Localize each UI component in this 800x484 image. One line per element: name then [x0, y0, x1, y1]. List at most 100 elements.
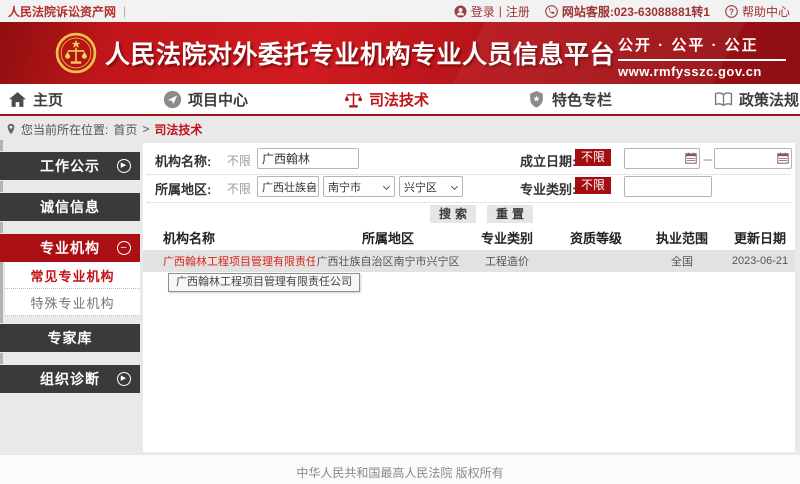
- sidebar-item-label: 工作公示: [40, 156, 100, 176]
- topbar-right: 登录 | 注册 网站客服:023-63088881转1 ? 帮助中心: [444, 3, 790, 20]
- row-category: 工程造价: [461, 253, 553, 269]
- city-select[interactable]: 南宁市: [323, 176, 395, 197]
- org-name-tooltip: 广西翰林工程项目管理有限责任公司: [168, 273, 360, 292]
- sidebar-item-integrity-info[interactable]: 诚信信息: [0, 193, 140, 221]
- help-group: ? 帮助中心: [725, 3, 790, 20]
- breadcrumb-home[interactable]: 首页: [113, 121, 137, 138]
- region-label: 所属地区:: [155, 179, 211, 198]
- sidebar-item-label: 组织诊断: [40, 369, 100, 389]
- sidebar-item-expert-library[interactable]: 专家库: [0, 324, 140, 352]
- table-row[interactable]: 广西翰林工程项目管理有限责任... 广西壮族自治区南宁市兴宁区 工程造价 全国 …: [143, 250, 795, 272]
- content-panel: 机构名称: 不限 成立日期: 不限 --- 所属地区: 不限 广西壮族自治: [143, 143, 795, 452]
- topbar-separator: |: [123, 4, 126, 18]
- breadcrumb-current: 司法技术: [154, 121, 202, 138]
- nav-item-featured[interactable]: 特色专栏: [527, 84, 612, 114]
- org-name-any-option[interactable]: 不限: [227, 152, 251, 169]
- book-icon: [714, 90, 733, 109]
- form-divider: [147, 174, 791, 175]
- submenu-item-common-orgs[interactable]: 常见专业机构: [5, 262, 140, 289]
- sidebar-item-label: 专业机构: [40, 238, 100, 258]
- website-url: www.rmfysszc.gov.cn: [618, 64, 786, 79]
- nav-item-label: 政策法规: [739, 89, 799, 110]
- court-emblem-icon: [55, 32, 97, 74]
- site-link[interactable]: 人民法院诉讼资产网: [8, 3, 116, 20]
- col-header-region: 所属地区: [315, 228, 461, 247]
- sidebar-submenu: 常见专业机构 特殊专业机构: [5, 262, 140, 316]
- city-select-value: 南宁市: [328, 179, 361, 195]
- date-range-separator: ---: [703, 152, 712, 166]
- service-phone[interactable]: 网站客服:023-63088881转1: [562, 3, 710, 20]
- form-divider: [147, 202, 791, 203]
- nav-item-label: 特色专栏: [552, 89, 612, 110]
- date-from-field: [624, 148, 700, 169]
- login-group: 登录 | 注册: [454, 3, 530, 20]
- main-nav: 主页 项目中心 司法技术 特色专栏: [0, 84, 800, 116]
- chevron-down-icon: [383, 183, 390, 190]
- register-link[interactable]: 注册: [506, 3, 530, 20]
- nav-item-judicial-tech[interactable]: 司法技术: [344, 84, 429, 114]
- col-header-level: 资质等级: [553, 228, 639, 247]
- breadcrumb-prefix: 您当前所在位置:: [21, 121, 108, 138]
- date-to-field: [714, 148, 792, 169]
- topbar-left: 人民法院诉讼资产网 |: [8, 3, 126, 20]
- site-banner: 人民法院对外委托专业机构专业人员信息平台 公开 · 公平 · 公正 www.rm…: [0, 22, 800, 84]
- nav-item-home[interactable]: 主页: [8, 84, 63, 114]
- row-updated: 2023-06-21: [725, 255, 795, 267]
- category-any-button[interactable]: 不限: [575, 177, 611, 194]
- page-footer: 中华人民共和国最高人民法院 版权所有: [0, 455, 800, 484]
- col-header-updated: 更新日期: [725, 228, 795, 247]
- home-icon: [8, 90, 27, 109]
- calendar-icon[interactable]: [777, 152, 789, 164]
- org-name-label: 机构名称:: [155, 151, 211, 170]
- circle-arrow-icon: ▶: [117, 159, 131, 173]
- search-button[interactable]: 搜索: [430, 205, 476, 223]
- page-title: 人民法院对外委托专业机构专业人员信息平台: [105, 35, 615, 71]
- badge-icon: [527, 90, 546, 109]
- submenu-item-label: 常见专业机构: [30, 266, 114, 285]
- svg-text:?: ?: [729, 7, 734, 16]
- service-group: 网站客服:023-63088881转1: [545, 3, 710, 20]
- calendar-icon[interactable]: [685, 152, 697, 164]
- sidebar-item-work-publicity[interactable]: 工作公示 ▶: [0, 152, 140, 180]
- sidebar-item-label: 专家库: [48, 328, 93, 348]
- nav-item-project-center[interactable]: 项目中心: [163, 84, 248, 114]
- location-pin-icon: [6, 123, 16, 136]
- breadcrumb: 您当前所在位置: 首页 > 司法技术: [0, 118, 800, 140]
- copyright-text: 中华人民共和国最高人民法院 版权所有: [296, 464, 503, 484]
- login-divider: |: [499, 4, 502, 18]
- sidebar-item-professional-orgs[interactable]: 专业机构 –: [0, 234, 140, 262]
- org-name-link[interactable]: 广西翰林工程项目管理有限责任...: [143, 253, 315, 269]
- reset-button[interactable]: 重置: [487, 205, 533, 223]
- col-header-scope: 执业范围: [639, 228, 725, 247]
- nav-item-policies[interactable]: 政策法规: [714, 84, 799, 114]
- login-link[interactable]: 登录: [471, 3, 495, 20]
- district-select[interactable]: 兴宁区: [399, 176, 463, 197]
- category-input[interactable]: [624, 176, 712, 197]
- category-label: 专业类别:: [520, 179, 576, 198]
- row-scope: 全国: [639, 253, 725, 269]
- circle-arrow-icon: ▶: [117, 372, 131, 386]
- user-icon: [454, 5, 467, 18]
- nav-item-label: 主页: [33, 89, 63, 110]
- established-any-button[interactable]: 不限: [575, 149, 611, 166]
- main-area: 工作公示 ▶ 诚信信息 专业机构 – 常见专业机构 特殊专业机构 专家库: [0, 140, 800, 455]
- sidebar: 工作公示 ▶ 诚信信息 专业机构 – 常见专业机构 特殊专业机构 专家库: [0, 152, 140, 406]
- org-name-input[interactable]: [257, 148, 359, 169]
- help-link[interactable]: 帮助中心: [742, 3, 790, 20]
- sidebar-item-org-diagnosis[interactable]: 组织诊断 ▶: [0, 365, 140, 393]
- col-header-category: 专业类别: [461, 228, 553, 247]
- col-header-org-name: 机构名称: [143, 228, 315, 247]
- page: 人民法院诉讼资产网 | 登录 | 注册 网站客服:023-63088881转1: [0, 0, 800, 484]
- district-select-value: 兴宁区: [404, 179, 437, 195]
- slogan-divider: [618, 59, 786, 61]
- region-any-option[interactable]: 不限: [227, 180, 251, 197]
- phone-icon: [545, 5, 558, 18]
- breadcrumb-separator: >: [142, 122, 149, 136]
- province-select[interactable]: 广西壮族自治: [257, 176, 319, 197]
- help-icon: ?: [725, 5, 738, 18]
- scales-icon: [344, 90, 363, 109]
- submenu-item-special-orgs[interactable]: 特殊专业机构: [5, 289, 140, 316]
- slogan: 公开 · 公平 · 公正: [618, 34, 786, 55]
- nav-item-label: 项目中心: [188, 89, 248, 110]
- project-center-icon: [163, 90, 182, 109]
